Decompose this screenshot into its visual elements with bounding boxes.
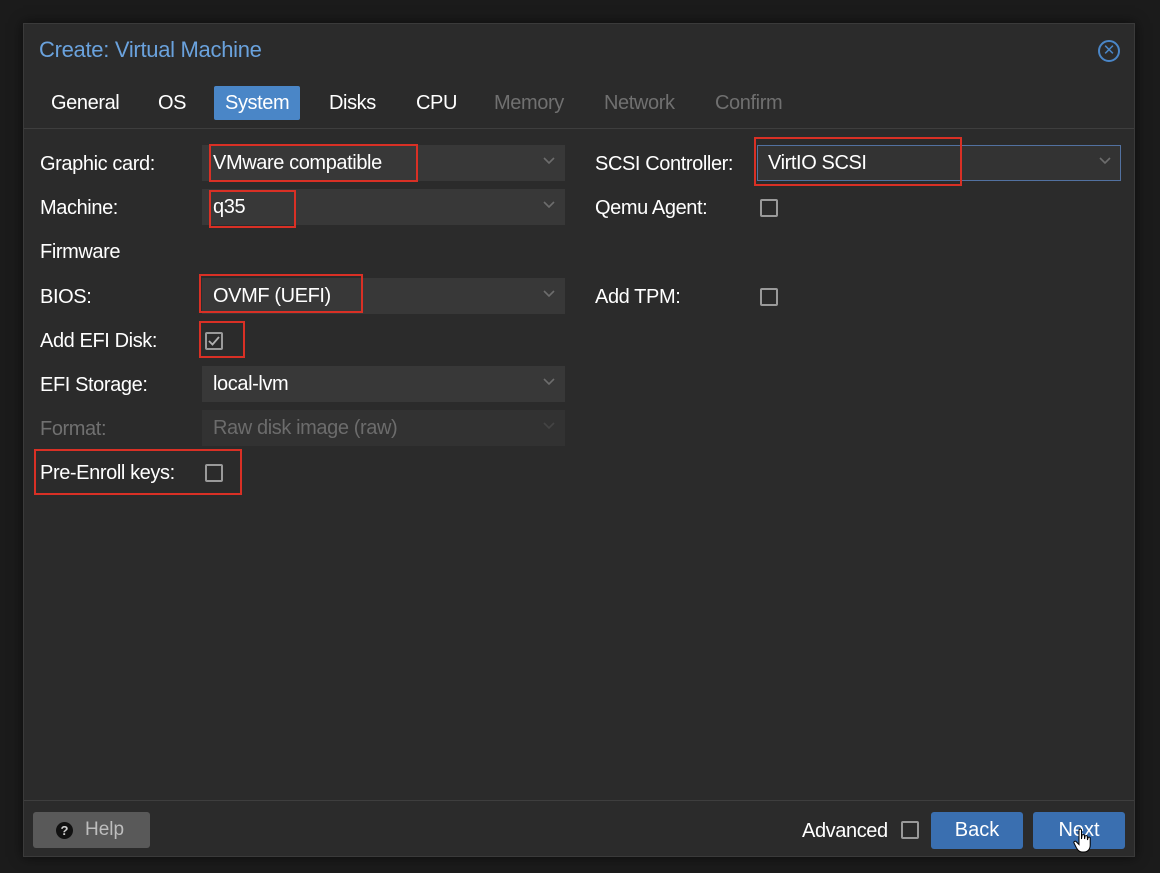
advanced-label: Advanced [802,820,888,842]
graphic-card-label: Graphic card: [40,153,155,175]
checkmark-icon [208,336,220,346]
chevron-down-icon [542,197,556,211]
pre-enroll-keys-label: Pre-Enroll keys: [40,462,175,484]
format-select: Raw disk image (raw) [202,410,565,446]
pre-enroll-keys-checkbox[interactable] [205,464,223,482]
format-value: Raw disk image (raw) [213,417,398,439]
graphic-card-select[interactable]: VMware compatible [202,145,565,181]
efi-storage-select[interactable]: local-lvm [202,366,565,402]
add-tpm-label: Add TPM: [595,286,681,308]
scsi-controller-label: SCSI Controller: [595,153,734,175]
tab-confirm: Confirm [715,92,783,114]
machine-value: q35 [213,196,246,218]
footer-divider [24,800,1134,801]
tab-disks[interactable]: Disks [318,86,387,120]
bios-label: BIOS: [40,286,92,308]
add-tpm-checkbox[interactable] [760,288,778,306]
firmware-heading: Firmware [40,241,121,263]
chevron-down-icon [542,153,556,167]
format-label: Format: [40,418,107,440]
bios-value: OVMF (UEFI) [213,285,331,307]
tab-system[interactable]: System [214,86,301,120]
efi-storage-value: local-lvm [213,373,289,395]
efi-storage-label: EFI Storage: [40,374,148,396]
scsi-controller-value: VirtIO SCSI [768,152,867,174]
bios-select[interactable]: OVMF (UEFI) [202,278,565,314]
question-icon: ? [56,822,73,839]
qemu-agent-label: Qemu Agent: [595,197,708,219]
chevron-down-icon [542,374,556,388]
machine-label: Machine: [40,197,118,219]
create-vm-dialog: Create: Virtual Machine ✕ General OS Sys… [23,23,1135,857]
chevron-down-icon [542,286,556,300]
chevron-down-icon [1098,153,1112,167]
tab-os[interactable]: OS [147,86,197,120]
help-button-label: Help [85,819,125,840]
graphic-card-value: VMware compatible [213,152,382,174]
back-button[interactable]: Back [931,812,1023,849]
scsi-controller-select[interactable]: VirtIO SCSI [757,145,1121,181]
help-button[interactable]: ? Help [33,812,150,848]
tab-general[interactable]: General [40,86,130,120]
tab-cpu[interactable]: CPU [405,86,468,120]
dialog-title: Create: Virtual Machine [39,37,262,62]
close-circle-icon[interactable]: ✕ [1098,40,1120,62]
hand-cursor-icon [1073,828,1093,859]
advanced-checkbox[interactable] [901,821,919,839]
tab-network: Network [604,92,675,114]
tab-memory: Memory [494,92,564,114]
tab-divider [24,128,1134,129]
add-efi-disk-checkbox[interactable] [205,332,223,350]
add-efi-disk-label: Add EFI Disk: [40,330,158,352]
chevron-down-icon [542,418,556,432]
qemu-agent-checkbox[interactable] [760,199,778,217]
machine-select[interactable]: q35 [202,189,565,225]
